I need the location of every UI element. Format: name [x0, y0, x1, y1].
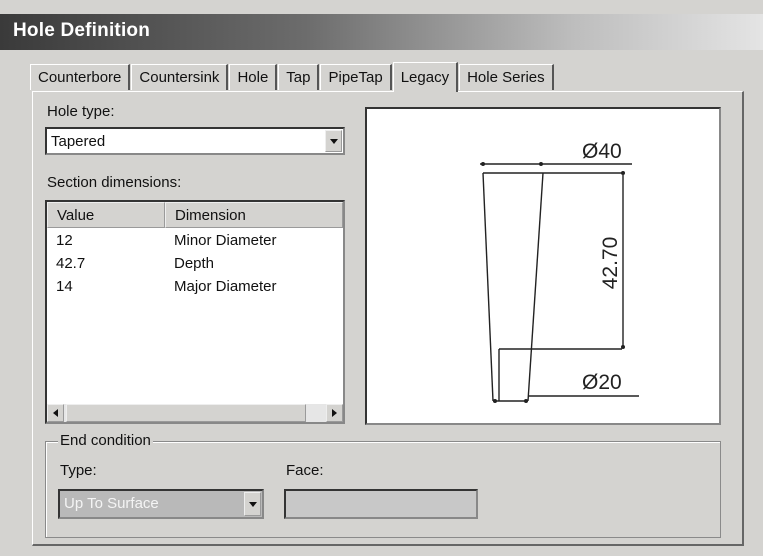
hole-type-value: Tapered — [51, 133, 106, 150]
scroll-right-button[interactable] — [326, 404, 343, 422]
hole-type-select[interactable]: Tapered — [45, 127, 345, 155]
table-row[interactable]: 14 Major Diameter — [47, 278, 343, 300]
row-value: 12 — [56, 232, 73, 249]
arrow-left-icon — [53, 409, 58, 417]
table-row[interactable]: 12 Minor Diameter — [47, 232, 343, 254]
title-bar[interactable]: Hole Definition — [0, 14, 763, 50]
arrowhead — [621, 171, 625, 175]
end-condition-dropdown-button[interactable] — [244, 492, 261, 516]
arrowhead — [493, 399, 497, 403]
chevron-down-icon — [248, 501, 257, 507]
tab-pipetap[interactable]: PipeTap — [320, 64, 392, 90]
row-dimension: Major Diameter — [174, 278, 277, 295]
arrowhead — [621, 345, 625, 349]
row-value: 14 — [56, 278, 73, 295]
tab-tap[interactable]: Tap — [278, 64, 320, 90]
hole-type-label: Hole type: — [47, 103, 115, 120]
arrowhead — [481, 162, 485, 166]
column-header-value[interactable]: Value — [47, 202, 165, 228]
face-field[interactable] — [284, 489, 478, 519]
end-condition-type-select[interactable]: Up To Surface — [58, 489, 264, 519]
end-condition-group-title: End condition — [58, 432, 153, 449]
row-dimension: Minor Diameter — [174, 232, 277, 249]
hole-definition-dialog: Hole Definition Counterbore Countersink … — [0, 0, 763, 556]
list-header: Value Dimension — [47, 202, 343, 228]
hole-right-edge — [527, 172, 544, 402]
top-diameter-label: Ø40 — [582, 140, 622, 163]
tab-countersink[interactable]: Countersink — [131, 64, 229, 90]
arrowhead — [539, 162, 543, 166]
section-dimensions-label: Section dimensions: — [47, 174, 182, 191]
arrowhead — [524, 399, 528, 403]
bottom-diameter-label: Ø20 — [582, 371, 622, 394]
end-condition-type-label: Type: — [60, 462, 97, 479]
chevron-down-icon — [329, 138, 338, 144]
horizontal-scrollbar[interactable] — [47, 404, 343, 422]
column-header-dimension[interactable]: Dimension — [165, 202, 343, 228]
window-title: Hole Definition — [13, 20, 151, 41]
hole-left-edge — [482, 172, 494, 402]
end-condition-type-value: Up To Surface — [64, 495, 159, 512]
tab-hole[interactable]: Hole — [229, 64, 278, 90]
arrow-right-icon — [332, 409, 337, 417]
scrollbar-thumb[interactable] — [66, 404, 306, 422]
row-value: 42.7 — [56, 255, 86, 272]
tab-counterbore[interactable]: Counterbore — [30, 64, 131, 90]
tab-strip: Counterbore Countersink Hole Tap PipeTap… — [30, 62, 555, 92]
row-dimension: Depth — [174, 255, 215, 272]
hole-type-dropdown-button[interactable] — [325, 130, 342, 152]
face-label: Face: — [286, 462, 324, 479]
hole-preview: Ø40 42.70 Ø20 — [365, 107, 721, 425]
tab-hole-series[interactable]: Hole Series — [459, 64, 554, 90]
tapered-hole-drawing: Ø40 42.70 Ø20 — [480, 140, 639, 403]
section-dimensions-list[interactable]: Value Dimension 12 Minor Diameter 42.7 D… — [45, 200, 345, 424]
tab-legacy[interactable]: Legacy — [392, 62, 459, 92]
depth-label: 42.70 — [599, 237, 622, 290]
scroll-left-button[interactable] — [47, 404, 64, 422]
table-row[interactable]: 42.7 Depth — [47, 255, 343, 277]
